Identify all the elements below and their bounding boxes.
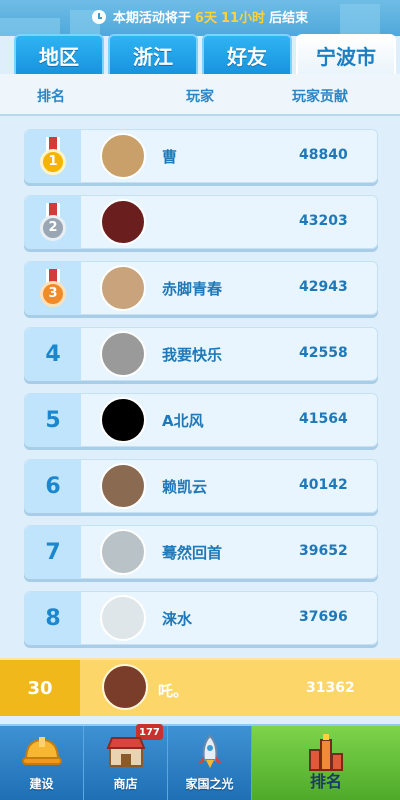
rank-cell: 5	[25, 394, 81, 447]
ranking-row[interactable]: 5 A北风 41564	[24, 393, 378, 447]
player-score: 42558	[299, 345, 348, 361]
avatar[interactable]	[100, 529, 146, 575]
nav-build-label: 建设	[29, 777, 54, 791]
silver-medal-icon: 2	[40, 202, 66, 243]
event-countdown: 本期活动将于 6天 11小时 后结束	[0, 7, 400, 26]
nav-shop[interactable]: 177 商店	[84, 724, 168, 800]
player-score: 41564	[299, 411, 348, 427]
nav-shop-label: 商店	[113, 777, 138, 791]
rank-number: 8	[45, 606, 61, 631]
rank-number: 4	[45, 342, 61, 367]
player-name: 曹	[162, 148, 178, 166]
nav-glory-label: 家国之光	[185, 777, 234, 791]
rank-cell: 1	[25, 130, 81, 183]
countdown-prefix: 本期活动将于	[112, 11, 191, 26]
rank-cell: 2	[25, 196, 81, 249]
countdown-suffix: 后结束	[269, 11, 309, 26]
ranking-row[interactable]: 7 蓦然回首 39652	[24, 525, 378, 579]
ranking-row[interactable]: 6 赖凯云 40142	[24, 459, 378, 513]
column-header: 排名 玩家 玩家贡献	[0, 74, 400, 116]
my-score: 31362	[306, 680, 355, 696]
player-score: 40142	[299, 477, 348, 493]
player-score: 48840	[299, 147, 348, 163]
player-name: 赖凯云	[162, 478, 208, 496]
avatar[interactable]	[100, 595, 146, 641]
ranking-row[interactable]: 1 曹 48840	[24, 129, 378, 183]
event-banner: 本期活动将于 6天 11小时 后结束	[0, 0, 400, 36]
clock-icon	[91, 9, 106, 24]
player-score: 43203	[299, 213, 348, 229]
countdown-hours: 11小时	[220, 11, 266, 26]
medal-rank: 2	[40, 214, 66, 241]
bronze-medal-icon: 3	[40, 268, 66, 309]
rocket-icon	[197, 734, 222, 768]
player-name: A北风	[162, 412, 204, 430]
tab-zhejiang[interactable]: 浙江	[108, 34, 198, 74]
avatar[interactable]	[100, 265, 146, 311]
medal-rank: 1	[40, 148, 66, 175]
avatar[interactable]	[100, 133, 146, 179]
ranking-tabs: 地区 浙江 好友 宁波市	[14, 34, 400, 74]
player-name: 涞水	[162, 610, 193, 628]
tab-region[interactable]: 地区	[14, 34, 104, 74]
bottom-nav: 建设 177 商店 家国之光 排名	[0, 724, 400, 800]
rank-cell: 8	[25, 592, 81, 645]
col-player: 玩家	[186, 89, 214, 105]
ranking-row[interactable]: 2 43203	[24, 195, 378, 249]
ranking-row[interactable]: 8 涞水 37696	[24, 591, 378, 645]
player-name: 蓦然回首	[162, 544, 223, 562]
avatar[interactable]	[100, 397, 146, 443]
medal-rank: 3	[40, 280, 66, 307]
tab-friends[interactable]: 好友	[202, 34, 292, 74]
my-name: 吒。	[158, 682, 189, 700]
avatar[interactable]	[100, 199, 146, 245]
rank-cell: 3	[25, 262, 81, 315]
col-rank: 排名	[37, 89, 65, 105]
nav-glory[interactable]: 家国之光	[168, 726, 252, 800]
shop-icon	[106, 737, 145, 767]
hardhat-icon	[21, 737, 62, 765]
rank-cell: 7	[25, 526, 81, 579]
nav-ranking[interactable]: 排名	[252, 726, 400, 800]
avatar[interactable]	[100, 463, 146, 509]
player-name: 我要快乐	[162, 346, 223, 364]
ranking-row[interactable]: 4 我要快乐 42558	[24, 327, 378, 381]
rank-cell: 6	[25, 460, 81, 513]
rank-number: 6	[45, 474, 61, 499]
my-ranking-row[interactable]: 30 吒。 31362	[0, 658, 400, 716]
gold-medal-icon: 1	[40, 136, 66, 177]
player-score: 37696	[299, 609, 348, 625]
my-rank: 30	[0, 660, 80, 716]
nav-build[interactable]: 建设	[0, 726, 84, 800]
tab-ningbo[interactable]: 宁波市	[296, 34, 396, 74]
rank-number: 7	[45, 540, 61, 565]
player-score: 39652	[299, 543, 348, 559]
avatar[interactable]	[100, 331, 146, 377]
countdown-days: 6天	[194, 11, 217, 26]
player-name: 赤脚青春	[162, 280, 223, 298]
rank-cell: 4	[25, 328, 81, 381]
ranking-row[interactable]: 3 赤脚青春 42943	[24, 261, 378, 315]
my-avatar	[102, 664, 148, 710]
ranking-icon	[309, 734, 343, 771]
col-score: 玩家贡献	[292, 89, 348, 105]
player-score: 42943	[299, 279, 348, 295]
rank-number: 5	[45, 408, 61, 433]
